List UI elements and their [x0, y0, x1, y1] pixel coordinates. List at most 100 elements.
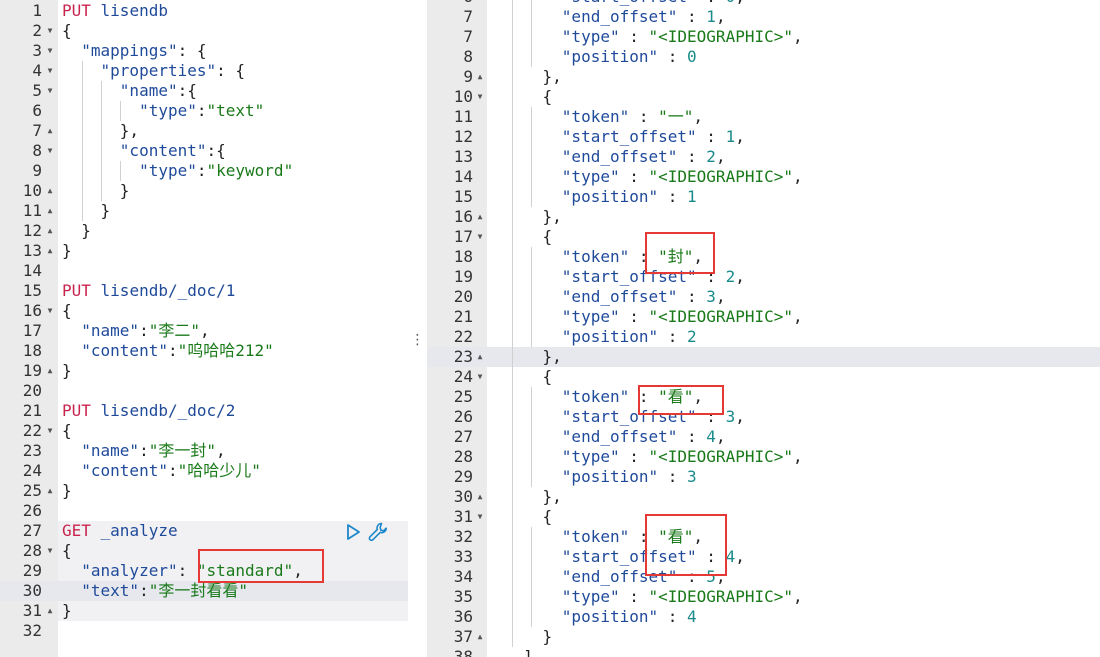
fold-arrow-up-icon[interactable]: ▲: [44, 241, 56, 261]
code-line[interactable]: 29 "position" : 3: [427, 467, 1100, 487]
fold-arrow-up-icon[interactable]: ▲: [44, 221, 56, 241]
code-line[interactable]: 24 "content":"哈哈少儿": [0, 461, 408, 481]
code-line[interactable]: 18 "token" : "封",: [427, 247, 1100, 267]
pane-splitter[interactable]: ⋮: [408, 0, 427, 657]
fold-arrow-up-icon[interactable]: ▲: [44, 121, 56, 141]
code-line[interactable]: 8 ▼ "content":{: [0, 141, 408, 161]
request-editor[interactable]: 1 PUT lisendb 2 ▼{3 ▼ "mappings": {4 ▼ "prope…: [0, 0, 408, 657]
fold-arrow-down-icon[interactable]: ▼: [44, 61, 56, 81]
code-text: },: [62, 121, 139, 141]
code-line[interactable]: 37 ▲ }: [427, 627, 1100, 647]
code-line[interactable]: 33 "start_offset" : 4,: [427, 547, 1100, 567]
code-line[interactable]: 25 "token" : "看",: [427, 387, 1100, 407]
code-line[interactable]: 20 "end_offset" : 3,: [427, 287, 1100, 307]
code-line[interactable]: 7 "type" : "<IDEOGRAPHIC>",: [427, 27, 1100, 47]
code-token: "start_offset": [561, 267, 697, 286]
response-viewer[interactable]: 6 "start_offset" : 0,7 "end_offset" : 1,…: [427, 0, 1100, 657]
fold-arrow-down-icon[interactable]: ▼: [474, 227, 486, 247]
code-line[interactable]: 32: [0, 621, 408, 641]
code-line[interactable]: 9 "type":"keyword": [0, 161, 408, 181]
code-line[interactable]: 22 ▼ {: [0, 421, 408, 441]
code-line[interactable]: 25 ▲}: [0, 481, 408, 501]
code-line[interactable]: 36 "position" : 4: [427, 607, 1100, 627]
fold-arrow-up-icon[interactable]: ▲: [474, 347, 486, 367]
code-line[interactable]: 3 ▼ "mappings": {: [0, 41, 408, 61]
fold-arrow-down-icon[interactable]: ▼: [44, 41, 56, 61]
code-line[interactable]: 14: [0, 261, 408, 281]
fold-arrow-up-icon[interactable]: ▲: [44, 601, 56, 621]
code-line[interactable]: 34 "end_offset" : 5,: [427, 567, 1100, 587]
fold-arrow-up-icon[interactable]: ▲: [44, 481, 56, 501]
code-text: "end_offset" : 2,: [504, 147, 726, 167]
fold-arrow-down-icon[interactable]: ▼: [44, 421, 56, 441]
fold-arrow-up-icon[interactable]: ▲: [44, 361, 56, 381]
code-line[interactable]: 32 "token" : "看",: [427, 527, 1100, 547]
code-line[interactable]: 27 "end_offset" : 4,: [427, 427, 1100, 447]
fold-arrow-up-icon[interactable]: ▲: [44, 181, 56, 201]
code-line[interactable]: 29 "analyzer": "standard",: [0, 561, 408, 581]
code-line[interactable]: 22 "position" : 2: [427, 327, 1100, 347]
wrench-icon[interactable]: [367, 521, 389, 543]
fold-arrow-up-icon[interactable]: ▲: [474, 207, 486, 227]
code-line[interactable]: 16 ▼ {: [0, 301, 408, 321]
code-line[interactable]: 10 ▼ {: [427, 87, 1100, 107]
fold-arrow-down-icon[interactable]: ▼: [44, 301, 56, 321]
code-line[interactable]: 28 ▼ {: [0, 541, 408, 561]
fold-arrow-down-icon[interactable]: ▼: [44, 141, 56, 161]
code-line[interactable]: 17 ▼ {: [427, 227, 1100, 247]
code-line[interactable]: 9 ▲ },: [427, 67, 1100, 87]
code-line[interactable]: 17 "name":"李二",: [0, 321, 408, 341]
code-line[interactable]: 11 ▲ }: [0, 201, 408, 221]
code-line[interactable]: 31 ▲}: [0, 601, 408, 621]
code-line[interactable]: 23 ▲ },: [427, 347, 1100, 367]
fold-arrow-down-icon[interactable]: ▼: [474, 507, 486, 527]
code-line[interactable]: 21 "type" : "<IDEOGRAPHIC>",: [427, 307, 1100, 327]
code-line[interactable]: 6 "type":"text": [0, 101, 408, 121]
code-line[interactable]: 28 "type" : "<IDEOGRAPHIC>",: [427, 447, 1100, 467]
code-line[interactable]: 14 "type" : "<IDEOGRAPHIC>",: [427, 167, 1100, 187]
code-line[interactable]: 19 "start_offset" : 2,: [427, 267, 1100, 287]
code-line[interactable]: 7 "end_offset" : 1,: [427, 7, 1100, 27]
code-line[interactable]: 2 ▼ {: [0, 21, 408, 41]
code-line[interactable]: 19 ▲}: [0, 361, 408, 381]
code-line[interactable]: 12 "start_offset" : 1,: [427, 127, 1100, 147]
code-line[interactable]: 1 PUT lisendb: [0, 1, 408, 21]
code-line[interactable]: 7 ▲ },: [0, 121, 408, 141]
code-line[interactable]: 16 ▲ },: [427, 207, 1100, 227]
code-line[interactable]: 26: [0, 501, 408, 521]
code-line[interactable]: 24 ▼ {: [427, 367, 1100, 387]
code-line[interactable]: 10 ▲ }: [0, 181, 408, 201]
play-icon[interactable]: [345, 523, 361, 541]
fold-arrow-down-icon[interactable]: ▼: [474, 367, 486, 387]
code-line[interactable]: 21 PUT lisendb/_doc/2: [0, 401, 408, 421]
code-line[interactable]: 30 "text":"李一封看看": [0, 581, 408, 601]
fold-arrow-down-icon[interactable]: ▼: [44, 21, 56, 41]
code-line[interactable]: 13 "end_offset" : 2,: [427, 147, 1100, 167]
fold-arrow-up-icon[interactable]: ▲: [474, 67, 486, 87]
code-line[interactable]: 35 "type" : "<IDEOGRAPHIC>",: [427, 587, 1100, 607]
code-line[interactable]: 15 "position" : 1: [427, 187, 1100, 207]
splitter-grip-icon[interactable]: ⋮: [408, 332, 427, 348]
fold-arrow-up-icon[interactable]: ▲: [44, 201, 56, 221]
code-line[interactable]: 8 "position" : 0: [427, 47, 1100, 67]
code-line[interactable]: 18 "content":"呜哈哈212": [0, 341, 408, 361]
code-line[interactable]: 20: [0, 381, 408, 401]
code-line[interactable]: 13 ▲}: [0, 241, 408, 261]
code-line[interactable]: 31 ▼ {: [427, 507, 1100, 527]
fold-arrow-down-icon[interactable]: ▼: [474, 87, 486, 107]
fold-arrow-up-icon[interactable]: ▲: [474, 487, 486, 507]
code-line[interactable]: 5 ▼ "name":{: [0, 81, 408, 101]
code-line[interactable]: 26 "start_offset" : 3,: [427, 407, 1100, 427]
code-line[interactable]: 6 "start_offset" : 0,: [427, 0, 1100, 7]
fold-arrow-down-icon[interactable]: ▼: [44, 81, 56, 101]
code-line[interactable]: 30 ▲ },: [427, 487, 1100, 507]
code-line[interactable]: 12 ▲ }: [0, 221, 408, 241]
code-line[interactable]: 11 "token" : "一",: [427, 107, 1100, 127]
code-line[interactable]: 4 ▼ "properties": {: [0, 61, 408, 81]
code-line[interactable]: 15 PUT lisendb/_doc/1: [0, 281, 408, 301]
fold-arrow-down-icon[interactable]: ▼: [44, 541, 56, 561]
code-line[interactable]: 38 ]: [427, 647, 1100, 657]
fold-arrow-up-icon[interactable]: ▲: [474, 627, 486, 647]
code-token: "type": [561, 27, 620, 46]
code-line[interactable]: 23 "name":"李一封",: [0, 441, 408, 461]
